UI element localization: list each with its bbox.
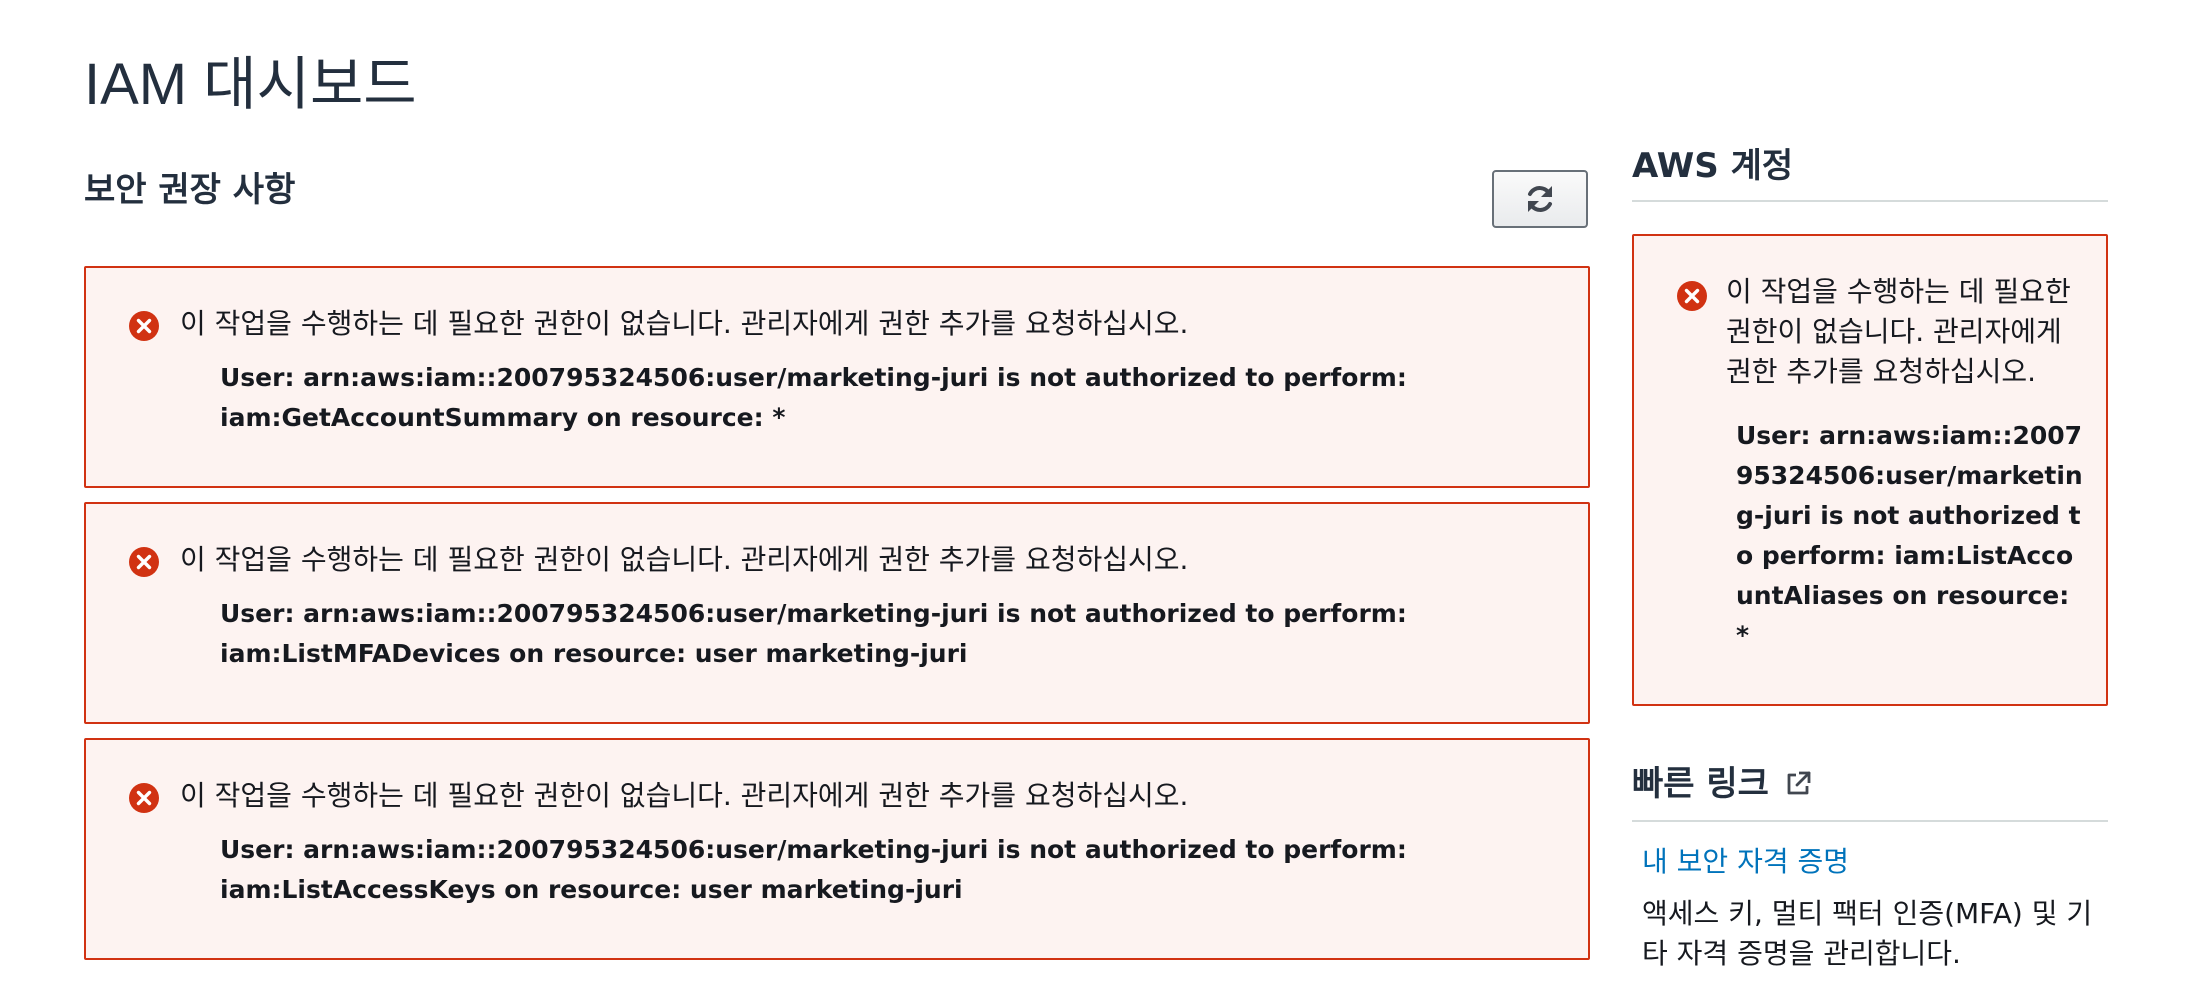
- quick-links-title: 빠른 링크: [1632, 764, 1769, 804]
- error-icon: [129, 311, 159, 341]
- alert-message: 이 작업을 수행하는 데 필요한 권한이 없습니다. 관리자에게 권한 추가를 …: [1726, 275, 2071, 388]
- quick-link-description: 액세스 키, 멀티 팩터 인증(MFA) 및 기타 자격 증명을 관리합니다.: [1642, 897, 2093, 970]
- permission-error-alert: 이 작업을 수행하는 데 필요한 권한이 없습니다. 관리자에게 권한 추가를 …: [84, 266, 1590, 488]
- error-icon: [129, 547, 159, 577]
- refresh-icon: [1528, 186, 1552, 212]
- alert-detail: User: arn:aws:iam::200795324506:user/mar…: [220, 363, 1407, 432]
- divider: [1632, 820, 2108, 822]
- refresh-button[interactable]: [1492, 170, 1588, 228]
- divider: [1632, 200, 2108, 202]
- page-title: IAM 대시보드: [84, 52, 417, 117]
- error-icon: [1677, 281, 1707, 311]
- alert-detail: User: arn:aws:iam::200795324506:user/mar…: [220, 599, 1407, 668]
- permission-error-alert: 이 작업을 수행하는 데 필요한 권한이 없습니다. 관리자에게 권한 추가를 …: [84, 502, 1590, 724]
- error-icon: [129, 783, 159, 813]
- alert-message: 이 작업을 수행하는 데 필요한 권한이 없습니다. 관리자에게 권한 추가를 …: [180, 307, 1189, 340]
- alert-message: 이 작업을 수행하는 데 필요한 권한이 없습니다. 관리자에게 권한 추가를 …: [180, 779, 1189, 812]
- permission-error-alert: 이 작업을 수행하는 데 필요한 권한이 없습니다. 관리자에게 권한 추가를 …: [84, 738, 1590, 960]
- security-recommendations-title: 보안 권장 사항: [84, 170, 296, 210]
- my-security-credentials-link[interactable]: 내 보안 자격 증명: [1642, 842, 1849, 882]
- aws-account-error-alert: 이 작업을 수행하는 데 필요한 권한이 없습니다. 관리자에게 권한 추가를 …: [1632, 234, 2108, 706]
- external-link-icon: [1787, 771, 1811, 795]
- alert-detail: User: arn:aws:iam::200795324506:user/mar…: [220, 835, 1407, 904]
- aws-account-title: AWS 계정: [1632, 146, 1794, 186]
- alert-detail: User: arn:aws:iam::200795324506:user/mar…: [1736, 421, 2083, 650]
- alert-message: 이 작업을 수행하는 데 필요한 권한이 없습니다. 관리자에게 권한 추가를 …: [180, 543, 1189, 576]
- quick-links-heading: 빠른 링크: [1632, 762, 1813, 806]
